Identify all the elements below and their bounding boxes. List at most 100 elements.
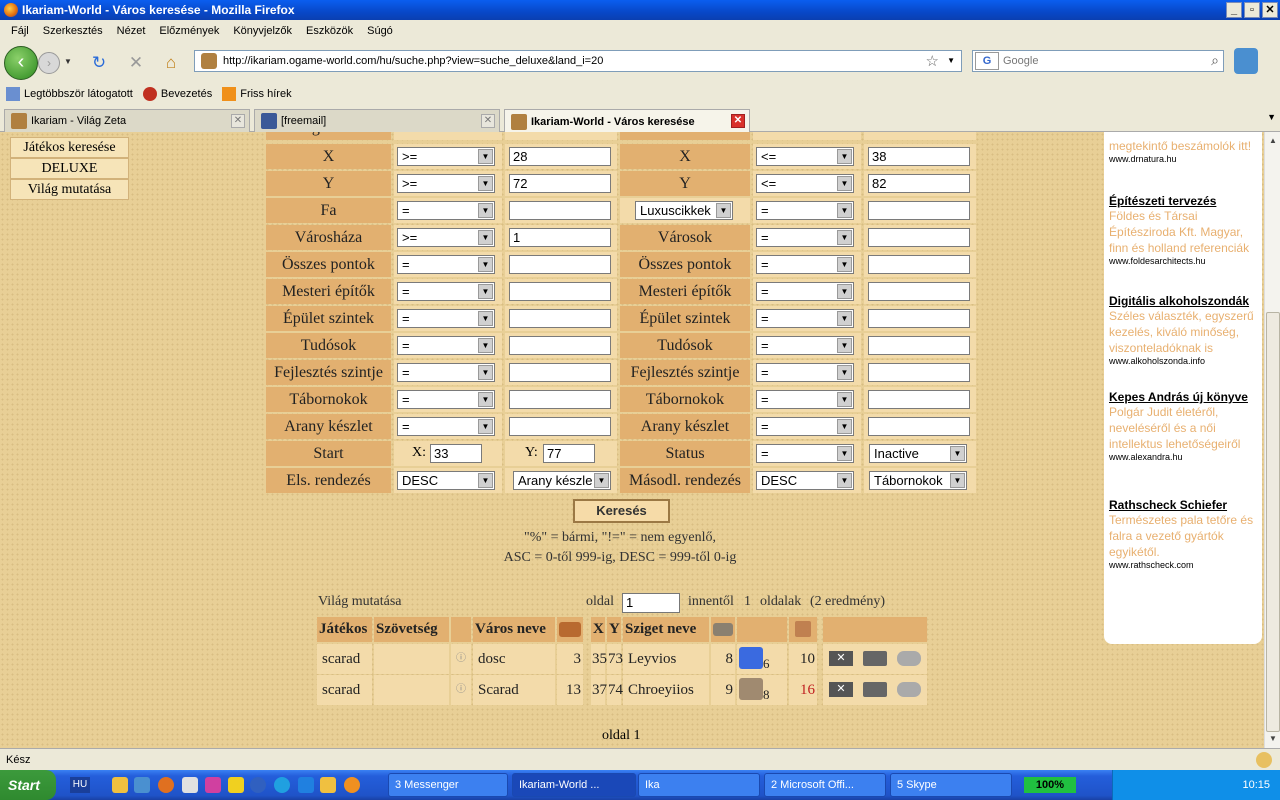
- dropdown-arrow-icon[interactable]: ▼: [950, 446, 965, 461]
- close-tab-icon[interactable]: ✕: [481, 114, 495, 128]
- dropdown-arrow-icon[interactable]: ▼: [837, 446, 852, 461]
- bookmark-star-icon[interactable]: ☆: [926, 52, 939, 70]
- quicklaunch-icon[interactable]: [228, 777, 244, 793]
- info-icon[interactable]: ⓘ: [456, 684, 466, 695]
- scroll-down-icon[interactable]: ▼: [1266, 732, 1280, 746]
- left-value-input[interactable]: [509, 309, 611, 328]
- quicklaunch-icon[interactable]: [320, 777, 336, 793]
- ad-0-url[interactable]: www.drnatura.hu: [1109, 154, 1257, 164]
- task-folder[interactable]: Ika: [638, 773, 760, 797]
- left-value-input[interactable]: [509, 282, 611, 301]
- left-operator-select[interactable]: >= ▼: [397, 147, 495, 166]
- dropdown-arrow-icon[interactable]: ▼: [478, 365, 493, 380]
- ad-4-url[interactable]: www.rathscheck.com: [1109, 560, 1257, 570]
- firefox-quicklaunch-icon[interactable]: [158, 777, 174, 793]
- history-dropdown-icon[interactable]: ▼: [64, 57, 72, 66]
- left-operator-select[interactable]: = ▼: [397, 336, 495, 355]
- dropdown-arrow-icon[interactable]: ▼: [837, 230, 852, 245]
- forward-button[interactable]: ›: [38, 52, 60, 74]
- right-operator-select[interactable]: = ▼: [756, 390, 854, 409]
- bookmark-most-visited[interactable]: Legtöbbször látogatott: [6, 87, 133, 101]
- status-select[interactable]: Inactive ▼: [869, 444, 967, 463]
- close-window-button[interactable]: ✕: [1262, 2, 1278, 18]
- ie-quicklaunch-icon[interactable]: [298, 777, 314, 793]
- task-messenger[interactable]: 3 Messenger: [388, 773, 508, 797]
- dropdown-arrow-icon[interactable]: ▼: [837, 419, 852, 434]
- maximize-button[interactable]: ▫: [1244, 2, 1260, 18]
- resource-type-select[interactable]: Luxuscikkek ▼: [635, 201, 733, 220]
- primary-sort-field-select[interactable]: Arany készle ▼: [513, 471, 611, 490]
- ad-2-title[interactable]: Digitális alkoholszondák: [1109, 294, 1257, 308]
- google-engine-icon[interactable]: G: [975, 52, 999, 70]
- menu-edit[interactable]: Szerkesztés: [36, 25, 110, 37]
- start-x-input[interactable]: 33: [430, 444, 482, 463]
- left-operator-select[interactable]: >= ▼: [397, 174, 495, 193]
- right-operator-select[interactable]: <= ▼: [756, 174, 854, 193]
- dropdown-arrow-icon[interactable]: ▼: [478, 392, 493, 407]
- right-value-input[interactable]: [868, 417, 970, 436]
- right-value-input[interactable]: [868, 282, 970, 301]
- tab-list-icon[interactable]: ▼: [1267, 112, 1276, 122]
- left-value-input[interactable]: [509, 390, 611, 409]
- camera-icon[interactable]: [863, 651, 887, 666]
- url-bar[interactable]: http://ikariam.ogame-world.com/hu/suche.…: [194, 50, 962, 72]
- start-y-input[interactable]: 77: [543, 444, 595, 463]
- quicklaunch-icon[interactable]: [134, 777, 150, 793]
- right-value-input[interactable]: [868, 390, 970, 409]
- right-operator-select[interactable]: = ▼: [756, 363, 854, 382]
- dropdown-arrow-icon[interactable]: ▼: [837, 149, 852, 164]
- search-box[interactable]: G Google ⌕: [972, 50, 1224, 72]
- quicklaunch-icon[interactable]: [112, 777, 128, 793]
- back-button[interactable]: ‹: [4, 46, 38, 80]
- ad-4-title[interactable]: Rathscheck Schiefer: [1109, 498, 1257, 512]
- page-input[interactable]: 1: [622, 593, 680, 613]
- left-value-input[interactable]: [509, 336, 611, 355]
- delete-icon[interactable]: ✕: [829, 651, 853, 666]
- search-icon[interactable]: ⌕: [1211, 52, 1219, 69]
- left-operator-select[interactable]: = ▼: [397, 363, 495, 382]
- dropdown-arrow-icon[interactable]: ▼: [837, 311, 852, 326]
- ad-1-url[interactable]: www.foldesarchitects.hu: [1109, 256, 1257, 266]
- camera-icon[interactable]: [863, 682, 887, 697]
- ad-3-url[interactable]: www.alexandra.hu: [1109, 452, 1257, 462]
- skype-quicklaunch-icon[interactable]: [274, 777, 290, 793]
- right-value-input[interactable]: [868, 363, 970, 382]
- minimize-button[interactable]: _: [1226, 2, 1242, 18]
- left-operator-select[interactable]: = ▼: [397, 309, 495, 328]
- left-operator-select[interactable]: = ▼: [397, 417, 495, 436]
- task-office[interactable]: 2 Microsoft Offi...: [764, 773, 886, 797]
- right-value-input[interactable]: 82: [868, 174, 970, 193]
- left-operator-select[interactable]: = ▼: [397, 201, 495, 220]
- reload-icon[interactable]: ↻: [88, 52, 110, 74]
- eye-icon[interactable]: [897, 682, 921, 697]
- right-operator-select[interactable]: = ▼: [756, 336, 854, 355]
- right-value-input[interactable]: [868, 309, 970, 328]
- right-operator-select[interactable]: = ▼: [756, 201, 854, 220]
- dropdown-arrow-icon[interactable]: ▼: [594, 473, 609, 488]
- delete-icon[interactable]: ✕: [829, 682, 853, 697]
- right-operator-select[interactable]: = ▼: [756, 417, 854, 436]
- right-operator-select[interactable]: = ▼: [756, 282, 854, 301]
- dropdown-arrow-icon[interactable]: ▼: [837, 203, 852, 218]
- addon-icon[interactable]: [1234, 48, 1258, 74]
- left-operator-select[interactable]: >= ▼: [397, 228, 495, 247]
- left-operator-select[interactable]: = ▼: [397, 255, 495, 274]
- dropdown-arrow-icon[interactable]: ▼: [478, 203, 493, 218]
- right-value-input[interactable]: 38: [868, 147, 970, 166]
- tab-ikariam-zeta[interactable]: Ikariam - Világ Zeta ✕: [4, 109, 250, 132]
- dropdown-arrow-icon[interactable]: ▼: [837, 284, 852, 299]
- menu-history[interactable]: Előzmények: [152, 25, 226, 37]
- primary-sort-order-select[interactable]: DESC ▼: [397, 471, 495, 490]
- menu-world-view[interactable]: Világ mutatása: [10, 179, 129, 200]
- ad-2-url[interactable]: www.alkoholszonda.info: [1109, 356, 1257, 366]
- left-value-input[interactable]: [509, 417, 611, 436]
- menu-view[interactable]: Nézet: [110, 25, 153, 37]
- close-tab-icon[interactable]: ✕: [731, 114, 745, 128]
- menu-file[interactable]: Fájl: [4, 25, 36, 37]
- left-value-input[interactable]: [509, 201, 611, 220]
- dropdown-arrow-icon[interactable]: ▼: [716, 203, 731, 218]
- dropdown-arrow-icon[interactable]: ▼: [837, 176, 852, 191]
- quicklaunch-icon[interactable]: [205, 777, 221, 793]
- menu-bookmarks[interactable]: Könyvjelzők: [226, 25, 299, 37]
- eye-icon[interactable]: [897, 651, 921, 666]
